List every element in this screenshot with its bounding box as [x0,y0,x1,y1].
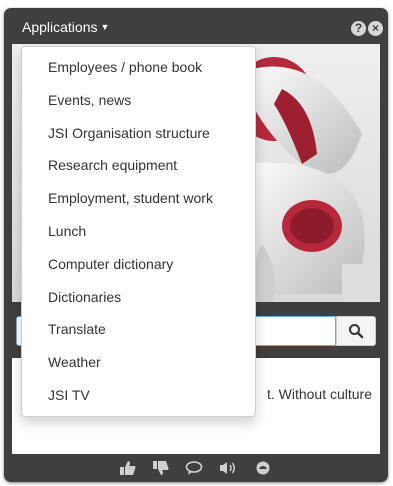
titlebar-icons: ? × [349,19,383,37]
thumbs-down-icon[interactable] [152,461,169,480]
menu-item-research-equipment[interactable]: Research equipment [22,149,255,182]
menu-item-translate[interactable]: Translate [22,313,255,346]
search-icon [349,324,364,339]
applications-menu-toggle[interactable]: Applications ▼ [22,19,109,35]
widget-titlebar: Applications ▼ ? × [4,8,388,44]
thumbs-up-icon[interactable] [120,461,136,480]
comment-icon[interactable] [185,461,203,480]
volume-icon[interactable] [219,461,237,480]
menu-item-lunch[interactable]: Lunch [22,215,255,248]
menu-item-employees[interactable]: Employees / phone book [22,51,255,84]
menu-item-employment[interactable]: Employment, student work [22,182,255,215]
menu-item-events[interactable]: Events, news [22,84,255,117]
applications-title: Applications [22,19,98,35]
menu-item-jsi-tv[interactable]: JSI TV [22,379,255,412]
help-icon[interactable]: ? [351,21,366,36]
menu-item-dictionaries[interactable]: Dictionaries [22,281,255,314]
widget-footer [4,454,388,482]
applications-dropdown-menu: Employees / phone book Events, news JSI … [21,46,256,417]
caret-down-icon: ▼ [100,22,110,32]
menu-item-weather[interactable]: Weather [22,346,255,379]
cloud-icon[interactable] [254,461,272,480]
menu-item-organisation[interactable]: JSI Organisation structure [22,117,255,150]
menu-item-computer-dictionary[interactable]: Computer dictionary [22,248,255,281]
close-icon[interactable]: × [368,21,383,36]
search-button[interactable] [336,316,376,346]
